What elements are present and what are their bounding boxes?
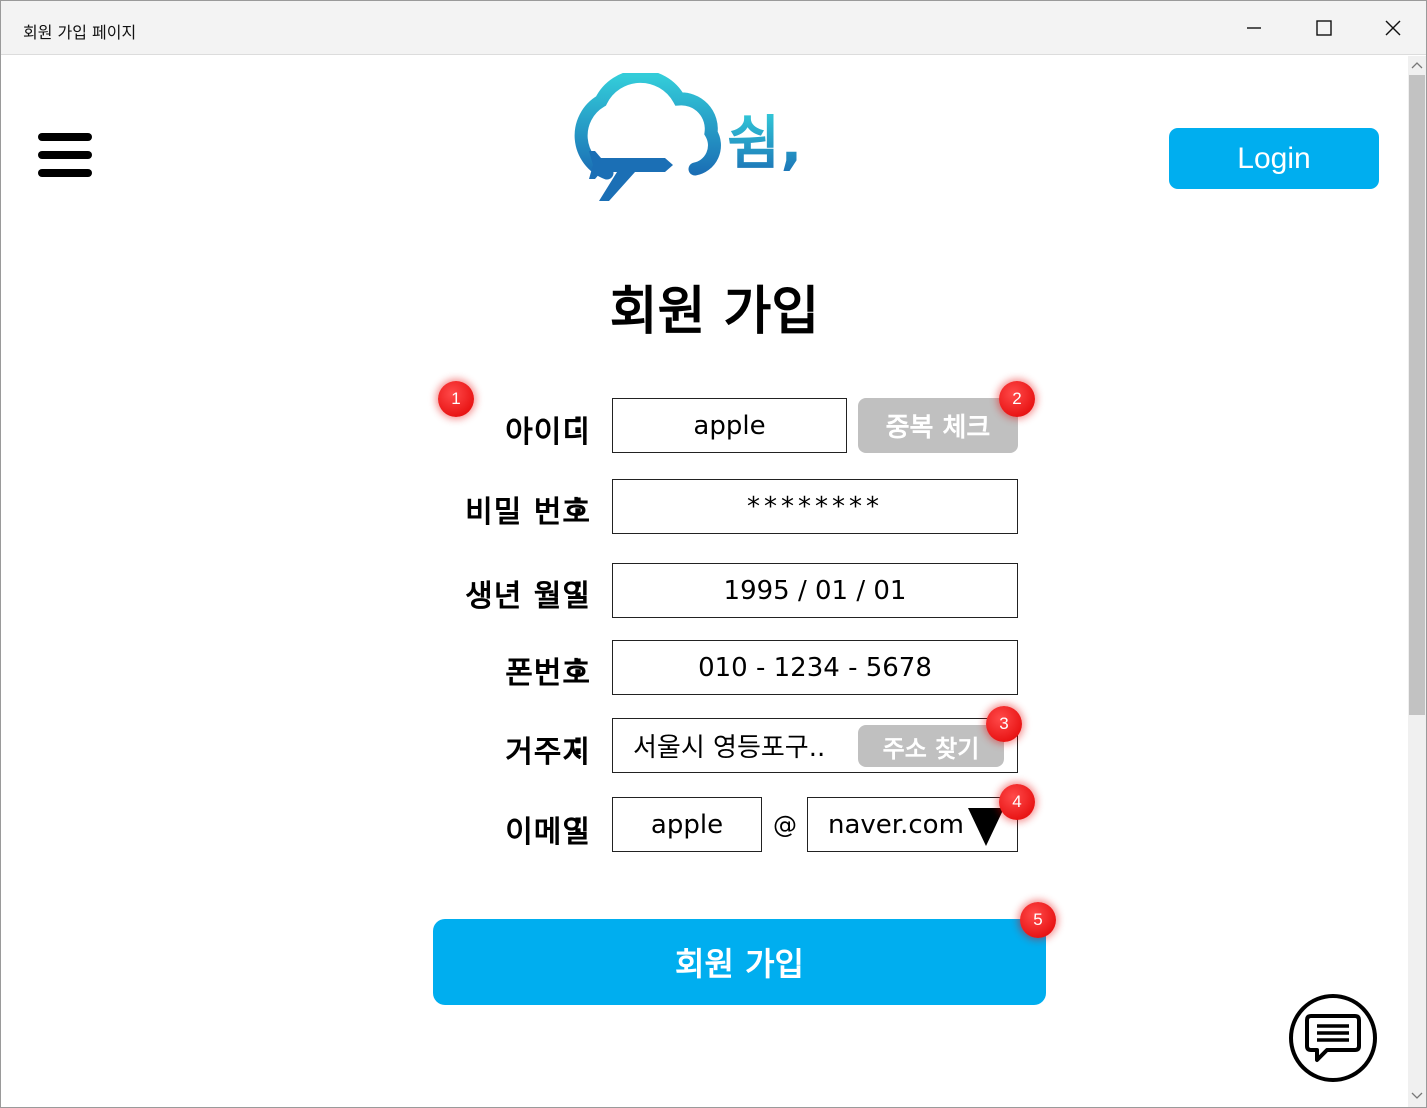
cloud-plane-icon: 쉼, bbox=[574, 69, 802, 201]
hamburger-icon[interactable] bbox=[38, 131, 92, 181]
triangle-down-icon[interactable] bbox=[968, 806, 1004, 846]
birthdate-label: 생년 월일 bbox=[465, 579, 591, 614]
vertical-scrollbar[interactable] bbox=[1408, 56, 1426, 1107]
minimize-button[interactable] bbox=[1219, 1, 1289, 55]
svg-text:쉼,: 쉼, bbox=[727, 109, 802, 177]
title-bar: 회원 가입 페이지 bbox=[1, 1, 1426, 55]
email-at-sign: @ bbox=[773, 811, 797, 839]
address-search-button[interactable]: 주소 찾기 bbox=[858, 725, 1004, 767]
scroll-thumb[interactable] bbox=[1409, 75, 1425, 715]
password-label: 비밀 번호 bbox=[465, 495, 591, 530]
duplicate-check-button[interactable]: 중복 체크 bbox=[858, 398, 1018, 453]
id-colon: : bbox=[572, 406, 584, 441]
email-local-input[interactable]: apple bbox=[612, 797, 762, 852]
login-button[interactable]: Login bbox=[1169, 128, 1379, 189]
app-logo: 쉼, bbox=[561, 69, 821, 208]
birthdate-colon: : bbox=[572, 571, 584, 606]
phone-input[interactable]: 010 - 1234 - 5678 bbox=[612, 640, 1018, 695]
email-colon: : bbox=[572, 807, 584, 842]
minimize-icon bbox=[1247, 27, 1261, 29]
scroll-up-icon[interactable] bbox=[1408, 60, 1426, 74]
maximize-icon bbox=[1316, 20, 1332, 36]
address-colon: : bbox=[572, 727, 584, 762]
scroll-down-icon[interactable] bbox=[1408, 1091, 1426, 1105]
page-title: 회원 가입 bbox=[609, 282, 820, 342]
password-input[interactable]: ******** bbox=[612, 479, 1018, 534]
email-domain-value: naver.com bbox=[828, 809, 964, 840]
phone-label: 폰번호 bbox=[505, 656, 591, 691]
birthdate-input[interactable]: 1995 / 01 / 01 bbox=[612, 563, 1018, 618]
chat-icon bbox=[1305, 1014, 1361, 1062]
window-title: 회원 가입 페이지 bbox=[23, 23, 137, 42]
password-colon: : bbox=[572, 487, 584, 522]
close-button[interactable] bbox=[1358, 1, 1427, 55]
email-label: 이메일 bbox=[505, 815, 591, 850]
annotation-badge: 4 bbox=[999, 784, 1035, 820]
app-window: 회원 가입 페이지 쉼, Login 회원 가입 아이디: apple 중복 … bbox=[0, 0, 1427, 1108]
id-input[interactable]: apple bbox=[612, 398, 847, 453]
signup-submit-button[interactable]: 회원 가입 bbox=[433, 919, 1046, 1005]
phone-colon: : bbox=[572, 648, 584, 683]
close-icon bbox=[1385, 20, 1401, 36]
maximize-button[interactable] bbox=[1289, 1, 1359, 55]
annotation-badge: 1 bbox=[438, 381, 474, 417]
address-value: 서울시 영등포구.. bbox=[633, 733, 826, 763]
address-label: 거주지 bbox=[505, 735, 591, 770]
annotation-badge: 5 bbox=[1020, 902, 1056, 938]
chat-button[interactable] bbox=[1289, 994, 1377, 1082]
annotation-badge: 3 bbox=[986, 706, 1022, 742]
annotation-badge: 2 bbox=[999, 381, 1035, 417]
